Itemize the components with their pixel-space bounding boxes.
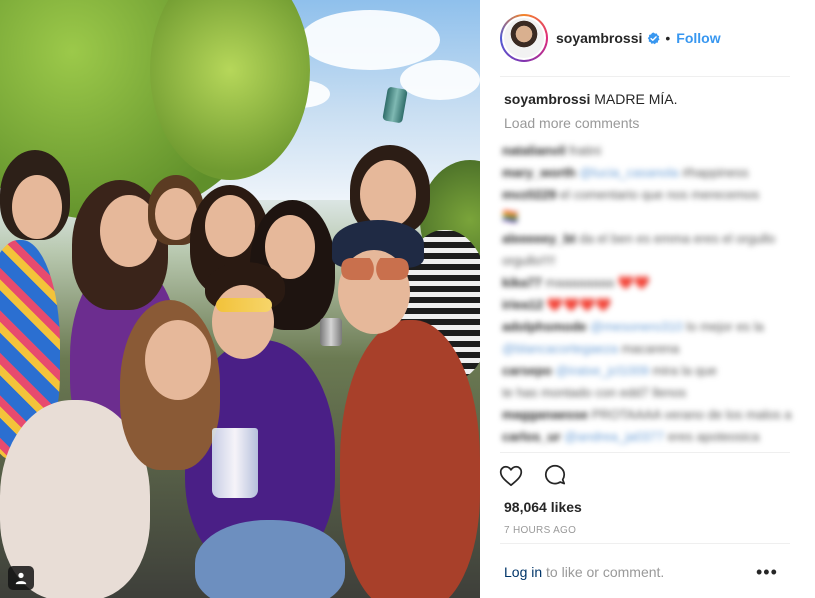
comment-row: iriea12 ❤️❤️❤️❤️ xyxy=(502,294,792,316)
header-divider xyxy=(500,76,790,77)
login-prompt-text: to like or comment. xyxy=(542,564,665,580)
speech-bubble-icon[interactable] xyxy=(542,463,568,489)
comment-text: PROTAAAA verano de los malos amigos xyxy=(591,407,792,422)
avatar-image xyxy=(504,18,544,58)
comment-username[interactable]: carlos_ur xyxy=(502,429,561,444)
comment-username[interactable]: mary_worth xyxy=(502,165,576,180)
comment-row: mary_worth @lucia_casanola #happiness xyxy=(502,162,792,184)
comment-mention[interactable]: @blancacortegaeza xyxy=(502,341,618,356)
comment-row: natalianvil fratini xyxy=(502,140,792,162)
plastic-cup xyxy=(212,428,258,498)
comment-username[interactable]: natalianvil xyxy=(502,143,566,158)
comment-text: macarena xyxy=(621,341,680,356)
footer-divider xyxy=(500,543,790,544)
post-header: soyambrossi • Follow xyxy=(500,14,790,62)
comment-mention[interactable]: @lucia_casanola xyxy=(579,165,678,180)
person-jeans xyxy=(195,520,345,598)
comment-username[interactable]: adolphsmode xyxy=(502,319,587,334)
follow-button[interactable]: Follow xyxy=(676,30,720,46)
caption-username[interactable]: soyambrossi xyxy=(504,91,590,107)
comment-text: ❤️❤️❤️❤️ xyxy=(546,297,612,312)
comments-divider xyxy=(500,452,790,453)
face xyxy=(360,160,416,228)
post-timestamp[interactable]: 7 HOURS AGO xyxy=(504,525,576,536)
comment-text: el comentario que nos merecemos xyxy=(559,187,760,202)
comment-username[interactable]: iriea12 xyxy=(502,297,543,312)
user-tag-button[interactable] xyxy=(8,566,34,590)
comment-text: fratini xyxy=(569,143,601,158)
login-prompt: Log in to like or comment. xyxy=(504,564,794,580)
face xyxy=(12,175,62,239)
comment-username[interactable]: mvz0229 xyxy=(502,187,556,202)
cloud xyxy=(400,60,480,100)
comment-text: maaaaaaaa ❤️❤️ xyxy=(545,275,651,290)
sunglasses xyxy=(216,298,272,312)
likes-count[interactable]: 98,064 likes xyxy=(504,499,582,515)
more-options-button[interactable]: ••• xyxy=(756,562,778,583)
comment-text: orgullo!!!! xyxy=(502,253,556,268)
comment-text: #happiness xyxy=(682,165,749,180)
face xyxy=(145,320,211,400)
drink-can xyxy=(320,318,342,346)
sunglasses xyxy=(340,258,410,280)
face xyxy=(205,195,255,257)
comment-row: aleeeeey_bt da el ben es emma eres el or… xyxy=(502,228,792,250)
cloud xyxy=(300,10,440,70)
comment-row: carlos_ur @andrea_ja0377 eres apoteosica xyxy=(502,426,792,448)
face xyxy=(212,285,274,359)
comment-mention[interactable]: @mesonero310 xyxy=(590,319,683,334)
comment-username[interactable]: magganaesse xyxy=(502,407,588,422)
heart-outline-icon[interactable] xyxy=(498,463,524,489)
load-more-comments-button[interactable]: Load more comments xyxy=(504,115,639,131)
header-separator: • xyxy=(665,30,671,46)
comment-list: natalianvil fratini mary_worth @lucia_cas… xyxy=(502,140,792,448)
post-details-panel: soyambrossi • Follow soyambrossi MADRE M… xyxy=(480,0,815,598)
comment-text: mira la que xyxy=(652,363,717,378)
comment-row: @blancacortegaeza macarena xyxy=(502,338,792,360)
comment-row: 🏳️‍🌈 xyxy=(502,206,792,228)
comment-username[interactable]: carsepo xyxy=(502,363,552,378)
comment-row: magganaesse PROTAAAA verano de los malos… xyxy=(502,404,792,426)
comment-row: kika77 maaaaaaaa ❤️❤️ xyxy=(502,272,792,294)
comment-username[interactable]: kika77 xyxy=(502,275,542,290)
comment-username[interactable]: aleeeeey_bt xyxy=(502,231,576,246)
comment-mention[interactable]: @andrea_ja0377 xyxy=(564,429,664,444)
person-red-top xyxy=(340,320,480,598)
comment-row: carsepo @iratxe_jcl1009 mira la que xyxy=(502,360,792,382)
action-bar xyxy=(498,463,568,489)
avatar[interactable] xyxy=(500,14,548,62)
comment-text: lo mejor es la xyxy=(686,319,764,334)
comment-row: orgullo!!!! xyxy=(502,250,792,272)
comment-text: te has montado con edd7 llenos xyxy=(502,385,687,400)
login-link[interactable]: Log in xyxy=(504,564,542,580)
comment-row: mvz0229 el comentario que nos merecemos xyxy=(502,184,792,206)
comment-row: te has montado con edd7 llenos xyxy=(502,382,792,404)
comment-text: 🏳️‍🌈 xyxy=(502,209,519,224)
caption-text: MADRE MÍA. xyxy=(594,91,678,107)
comment-row: adolphsmode @mesonero310 lo mejor es la xyxy=(502,316,792,338)
post-photo[interactable] xyxy=(0,0,480,598)
comment-text: eres apoteosica xyxy=(667,429,760,444)
post-caption: soyambrossi MADRE MÍA. xyxy=(504,90,794,108)
verified-badge-icon xyxy=(647,31,660,45)
comment-text: da el ben es emma eres el orgullo xyxy=(579,231,776,246)
comment-mention[interactable]: @iratxe_jcl1009 xyxy=(556,363,649,378)
user-tag-icon xyxy=(15,572,27,585)
header-username[interactable]: soyambrossi xyxy=(556,30,642,46)
